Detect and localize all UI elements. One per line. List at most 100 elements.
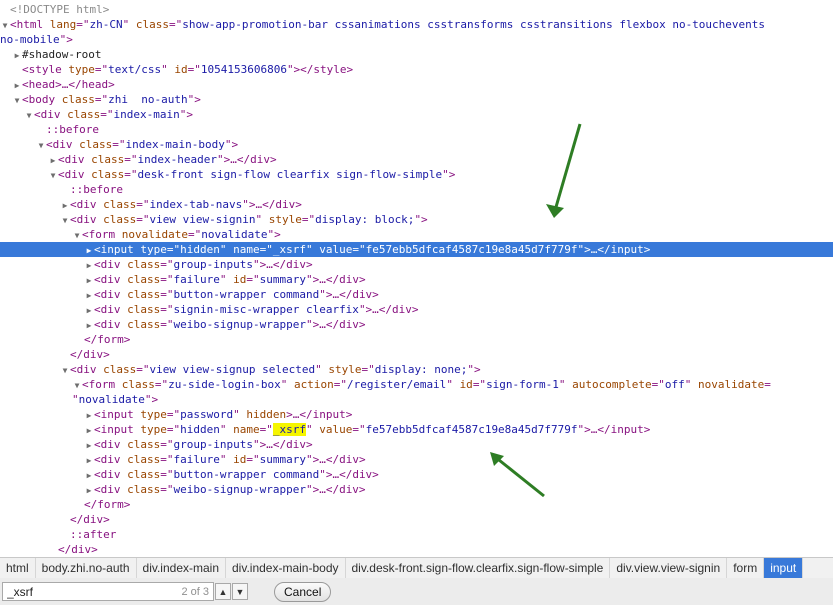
collapse-triangle-icon[interactable]: ▶ — [84, 303, 94, 318]
dom-node-row[interactable]: ▼ <div class="index-main"> — [0, 107, 833, 122]
dom-token: <div — [70, 363, 104, 376]
expand-triangle-icon[interactable]: ▼ — [12, 93, 22, 108]
collapse-triangle-icon[interactable]: ▶ — [84, 288, 94, 303]
dom-node-row[interactable]: ▶ <div class="group-inputs">…</div> — [0, 437, 833, 452]
collapse-triangle-icon[interactable]: ▶ — [84, 273, 94, 288]
dom-node-row[interactable]: ▶ <div class="index-tab-navs">…</div> — [0, 197, 833, 212]
dom-node-row[interactable]: <!DOCTYPE html> — [0, 2, 833, 17]
dom-node-row[interactable]: </div> — [0, 347, 833, 362]
dom-token: =" — [166, 243, 181, 256]
expand-triangle-icon[interactable]: ▼ — [60, 213, 70, 228]
dom-node-row[interactable]: ▶ <div class="weibo-signup-wrapper">…</di… — [0, 482, 833, 497]
expand-triangle-icon[interactable]: ▼ — [72, 378, 82, 393]
up-arrow-icon[interactable]: ▲ — [215, 583, 231, 600]
dom-token: =" — [187, 63, 201, 76]
dom-node-row[interactable]: ▼ <html lang="zh-CN" class="show-app-prom… — [0, 17, 833, 32]
dom-node-row[interactable]: ▶ <input type="password" hidden>…</input> — [0, 407, 833, 422]
expand-triangle-icon[interactable]: ▼ — [24, 108, 34, 123]
dom-token: =" — [160, 288, 174, 301]
dom-token: class — [127, 258, 161, 271]
dom-token: =" — [333, 378, 347, 391]
dom-node-row[interactable]: ▶ <div class="signin-misc-wrapper clearfi… — [0, 302, 833, 317]
dom-node-row[interactable]: </div> — [0, 512, 833, 527]
dom-token: =" — [187, 228, 202, 241]
dom-node-row[interactable]: ::before — [0, 182, 833, 197]
expand-triangle-icon[interactable]: ▼ — [48, 168, 58, 183]
dom-node-row[interactable]: ▼ <div class="view view-signin" style="di… — [0, 212, 833, 227]
collapse-triangle-icon[interactable]: ▶ — [84, 453, 94, 468]
expand-triangle-icon[interactable]: ▼ — [72, 228, 82, 243]
dom-node-row[interactable]: ▶ <input type="hidden" name="_xsrf" value… — [0, 242, 833, 257]
breadcrumb-item[interactable]: div.index-main — [137, 558, 226, 578]
dom-node-row[interactable]: ▶ <input type="hidden" name="_xsrf" value… — [0, 422, 833, 437]
dom-token: id — [459, 378, 473, 391]
dom-token: "></style> — [286, 63, 354, 76]
breadcrumb-item[interactable]: div.index-main-body — [226, 558, 346, 578]
cancel-button[interactable]: Cancel — [274, 581, 332, 602]
dom-node-row[interactable]: ▼ <div class="view view-signup selected" … — [0, 362, 833, 377]
dom-node-row[interactable]: ▼ <div class="index-main-body"> — [0, 137, 833, 152]
collapse-triangle-icon[interactable]: ▶ — [84, 243, 94, 258]
breadcrumb-item[interactable]: div.desk-front.sign-flow.clearfix.sign-f… — [346, 558, 611, 578]
dom-token: <head>…</head> — [22, 78, 115, 91]
dom-node-row[interactable]: ▶ <div class="button-wrapper command">…</… — [0, 467, 833, 482]
breadcrumb-item[interactable]: html — [0, 558, 36, 578]
search-input[interactable] — [3, 583, 151, 600]
breadcrumb-item[interactable]: input — [764, 558, 804, 578]
breadcrumb-item[interactable]: form — [727, 558, 765, 578]
collapse-triangle-icon[interactable]: ▶ — [84, 423, 94, 438]
dom-node-row[interactable]: "novalidate"> — [0, 392, 833, 407]
breadcrumb-item[interactable]: body.zhi.no-auth — [36, 558, 137, 578]
dom-node-row[interactable]: </form> — [0, 497, 833, 512]
dom-token: id — [174, 63, 188, 76]
collapse-triangle-icon[interactable]: ▶ — [60, 198, 70, 213]
dom-token: <html — [10, 18, 50, 31]
dom-token: type — [140, 243, 167, 256]
collapse-triangle-icon[interactable]: ▶ — [48, 153, 58, 168]
expand-triangle-icon[interactable]: ▼ — [36, 138, 46, 153]
dom-token: <form — [82, 228, 122, 241]
down-arrow-icon[interactable]: ▼ — [232, 583, 248, 600]
dom-node-row[interactable]: ▶ <div class="group-inputs">…</div> — [0, 257, 833, 272]
dom-node-row[interactable]: ::after — [0, 527, 833, 542]
dom-node-row[interactable]: ▼ <body class="zhi no-auth"> — [0, 92, 833, 107]
collapse-triangle-icon[interactable]: ▶ — [84, 318, 94, 333]
dom-token: novalidate — [121, 228, 188, 241]
dom-token: index-main — [113, 108, 180, 121]
collapse-triangle-icon[interactable]: ▶ — [84, 468, 94, 483]
dom-token: </div> — [70, 348, 110, 361]
dom-token: <div — [94, 483, 128, 496]
collapse-triangle-icon[interactable]: ▶ — [84, 258, 94, 273]
collapse-triangle-icon[interactable]: ▶ — [84, 438, 94, 453]
dom-node-row[interactable]: ▼ <div class="desk-front sign-flow clearf… — [0, 167, 833, 182]
breadcrumb-item[interactable]: div.view.view-signin — [610, 558, 728, 578]
dom-token: /register/email — [346, 378, 447, 391]
collapse-triangle-icon[interactable]: ▶ — [84, 483, 94, 498]
dom-node-row[interactable]: ▶ <div class="failure" id="summary">…</di… — [0, 272, 833, 287]
dom-node-row[interactable]: ▶ <div class="failure" id="summary">…</di… — [0, 452, 833, 467]
dom-node-row[interactable]: no-mobile"> — [0, 32, 833, 47]
expand-triangle-icon[interactable]: ▼ — [0, 18, 10, 33]
dom-token: ::after — [70, 528, 117, 541]
collapse-triangle-icon[interactable]: ▶ — [12, 78, 22, 93]
dom-token: =" — [301, 213, 316, 226]
collapse-triangle-icon[interactable]: ▶ — [12, 48, 22, 63]
dom-node-row[interactable]: ▶ <head>…</head> — [0, 77, 833, 92]
dom-node-row[interactable]: ▶ #shadow-root — [0, 47, 833, 62]
expand-triangle-icon[interactable]: ▼ — [60, 363, 70, 378]
dom-token: ">…</div> — [252, 438, 313, 451]
dom-node-row[interactable]: ▼ <form class="zu-side-login-box" action=… — [0, 377, 833, 392]
dom-node-row[interactable]: </div> — [0, 542, 833, 556]
dom-node-row[interactable]: <style type="text/css" id="1054153606806… — [0, 62, 833, 77]
dom-node-row[interactable]: ▶ <div class="weibo-signup-wrapper">…</di… — [0, 317, 833, 332]
collapse-triangle-icon[interactable]: ▶ — [84, 408, 94, 423]
dom-token: class — [127, 453, 161, 466]
dom-token: "> — [442, 168, 456, 181]
dom-node-row[interactable]: </form> — [0, 332, 833, 347]
dom-node-row[interactable]: ::before — [0, 122, 833, 137]
dom-node-row[interactable]: ▶ <div class="index-header">…</div> — [0, 152, 833, 167]
dom-token: = — [764, 378, 771, 391]
dom-node-row[interactable]: ▶ <div class="button-wrapper command">…</… — [0, 287, 833, 302]
dom-node-row[interactable]: ▼ <form novalidate="novalidate"> — [0, 227, 833, 242]
dom-token: name — [233, 423, 260, 436]
